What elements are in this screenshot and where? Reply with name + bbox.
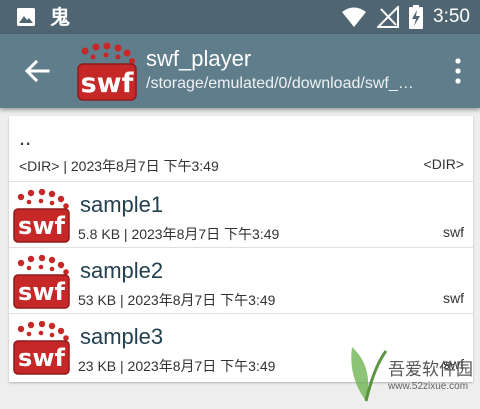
swf-icon-text: swf xyxy=(18,278,65,306)
watermark-title: 吾爱软件园 xyxy=(388,360,473,380)
watermark: 吾爱软件园 www.52zixue.com xyxy=(344,335,474,405)
swf-file-icon: swf xyxy=(13,321,70,375)
file-row-sample2[interactable]: swf sample2 53 KB | 2023年8月7日 下午3:49 swf xyxy=(9,247,473,313)
swf-logo-icon: swf xyxy=(77,42,137,101)
file-meta: 23 KB | 2023年8月7日 下午3:49 xyxy=(78,358,276,374)
battery-charging-icon xyxy=(409,5,424,29)
file-type: swf xyxy=(443,290,464,306)
swf-file-icon: swf xyxy=(13,189,70,243)
parent-dir-row[interactable]: .. <DIR> | 2023年8月7日 下午3:49 <DIR> xyxy=(9,116,473,181)
watermark-url: www.52zixue.com xyxy=(388,381,469,392)
file-name: sample3 xyxy=(80,324,164,349)
more-vert-icon[interactable] xyxy=(452,58,464,84)
file-name: sample2 xyxy=(80,258,164,283)
swf-icon-text: swf xyxy=(18,344,65,372)
status-left: 鬼 xyxy=(16,7,70,27)
toolbar-title: swf_player xyxy=(146,46,252,71)
notification-app-icon: 鬼 xyxy=(50,5,70,29)
status-time: 3:50 xyxy=(433,6,470,27)
wifi-icon xyxy=(342,7,367,27)
swf-logo-text: swf xyxy=(81,68,134,99)
toolbar-path: /storage/emulated/0/download/swf_player xyxy=(146,75,422,92)
file-meta: 53 KB | 2023年8月7日 下午3:49 xyxy=(78,292,276,308)
file-type: swf xyxy=(443,224,464,240)
no-signal-icon xyxy=(377,6,400,28)
parent-dir-name: .. xyxy=(19,125,32,150)
app-toolbar: swf swf_player /storage/emulated/0/downl… xyxy=(0,34,480,108)
arrow-back-icon[interactable] xyxy=(22,56,52,86)
file-meta: 5.8 KB | 2023年8月7日 下午3:49 xyxy=(78,226,280,242)
status-right: 3:50 xyxy=(341,5,470,29)
file-row-sample1[interactable]: swf sample1 5.8 KB | 2023年8月7日 下午3:49 sw… xyxy=(9,181,473,247)
swf-icon-text: swf xyxy=(18,212,65,240)
file-name: sample1 xyxy=(80,192,164,217)
parent-dir-type: <DIR> xyxy=(423,156,464,172)
watermark-logo-icon xyxy=(351,347,388,402)
swf-file-icon: swf xyxy=(13,255,70,309)
image-icon xyxy=(17,8,35,26)
status-bar: 鬼 3:50 xyxy=(0,0,480,34)
parent-dir-meta: <DIR> | 2023年8月7日 下午3:49 xyxy=(19,158,219,174)
